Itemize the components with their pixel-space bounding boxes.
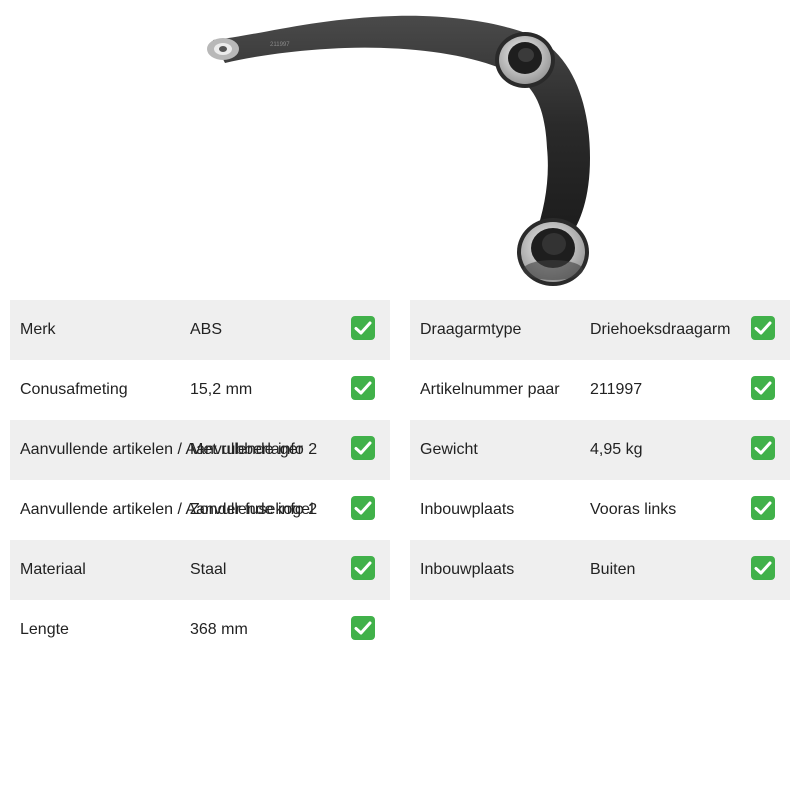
control-arm-image: 211997 [207,15,590,286]
spec-row: Draagarmtype Driehoeksdraagarm [410,300,790,360]
check-mark-icon [351,616,375,640]
spec-label: Conusafmeting [20,381,128,398]
spec-table-left: Merk ABS Conusafmeting 15,2 mm Aanvullen… [10,300,390,660]
spec-value: Zonder fusekogel [190,501,314,518]
spec-label: Inbouwplaats [420,561,515,578]
check-mark-icon [351,376,375,400]
spec-value: 15,2 mm [190,381,253,398]
spec-value: Staal [190,561,227,578]
spec-row: Materiaal Staal [10,540,390,600]
check-mark-icon [351,496,375,520]
check-mark-icon [751,316,775,340]
spec-label: Lengte [20,621,69,638]
spec-row: Merk ABS [10,300,390,360]
spec-row: Aanvullende artikelen / Aanvullende info… [10,420,390,480]
check-mark-icon [751,436,775,460]
spec-label: Materiaal [20,561,86,578]
check-mark-icon [751,496,775,520]
spec-value: 211997 [590,381,643,398]
spec-value: Driehoeksdraagarm [590,321,731,338]
spec-row: Lengte 368 mm [10,600,390,660]
spec-label: Inbouwplaats [420,501,515,518]
spec-value: 4,95 kg [590,441,643,458]
spec-table-right: Draagarmtype Driehoeksdraagarm Artikelnu… [410,300,790,600]
part-marking: 211997 [270,42,290,48]
spec-label: Draagarmtype [420,321,522,338]
spec-value: ABS [190,321,223,338]
check-mark-icon [351,316,375,340]
spec-row: Gewicht 4,95 kg [410,420,790,480]
spec-row: Aanvullende artikelen / Aanvullende info… [10,480,390,540]
spec-value: Met rubberlager [190,441,303,458]
spec-value: Buiten [590,561,636,578]
check-mark-icon [751,376,775,400]
spec-row: Conusafmeting 15,2 mm [10,360,390,420]
spec-value: Vooras links [590,501,677,518]
spec-label: Artikelnummer paar [420,381,560,398]
spec-label: Merk [20,321,56,338]
spec-row: Inbouwplaats Vooras links [410,480,790,540]
check-mark-icon [351,436,375,460]
check-mark-icon [751,556,775,580]
check-mark-icon [351,556,375,580]
spec-value: 368 mm [190,621,248,638]
spec-label: Gewicht [420,441,478,458]
spec-row: Inbouwplaats Buiten [410,540,790,600]
spec-row: Artikelnummer paar 211997 [410,360,790,420]
